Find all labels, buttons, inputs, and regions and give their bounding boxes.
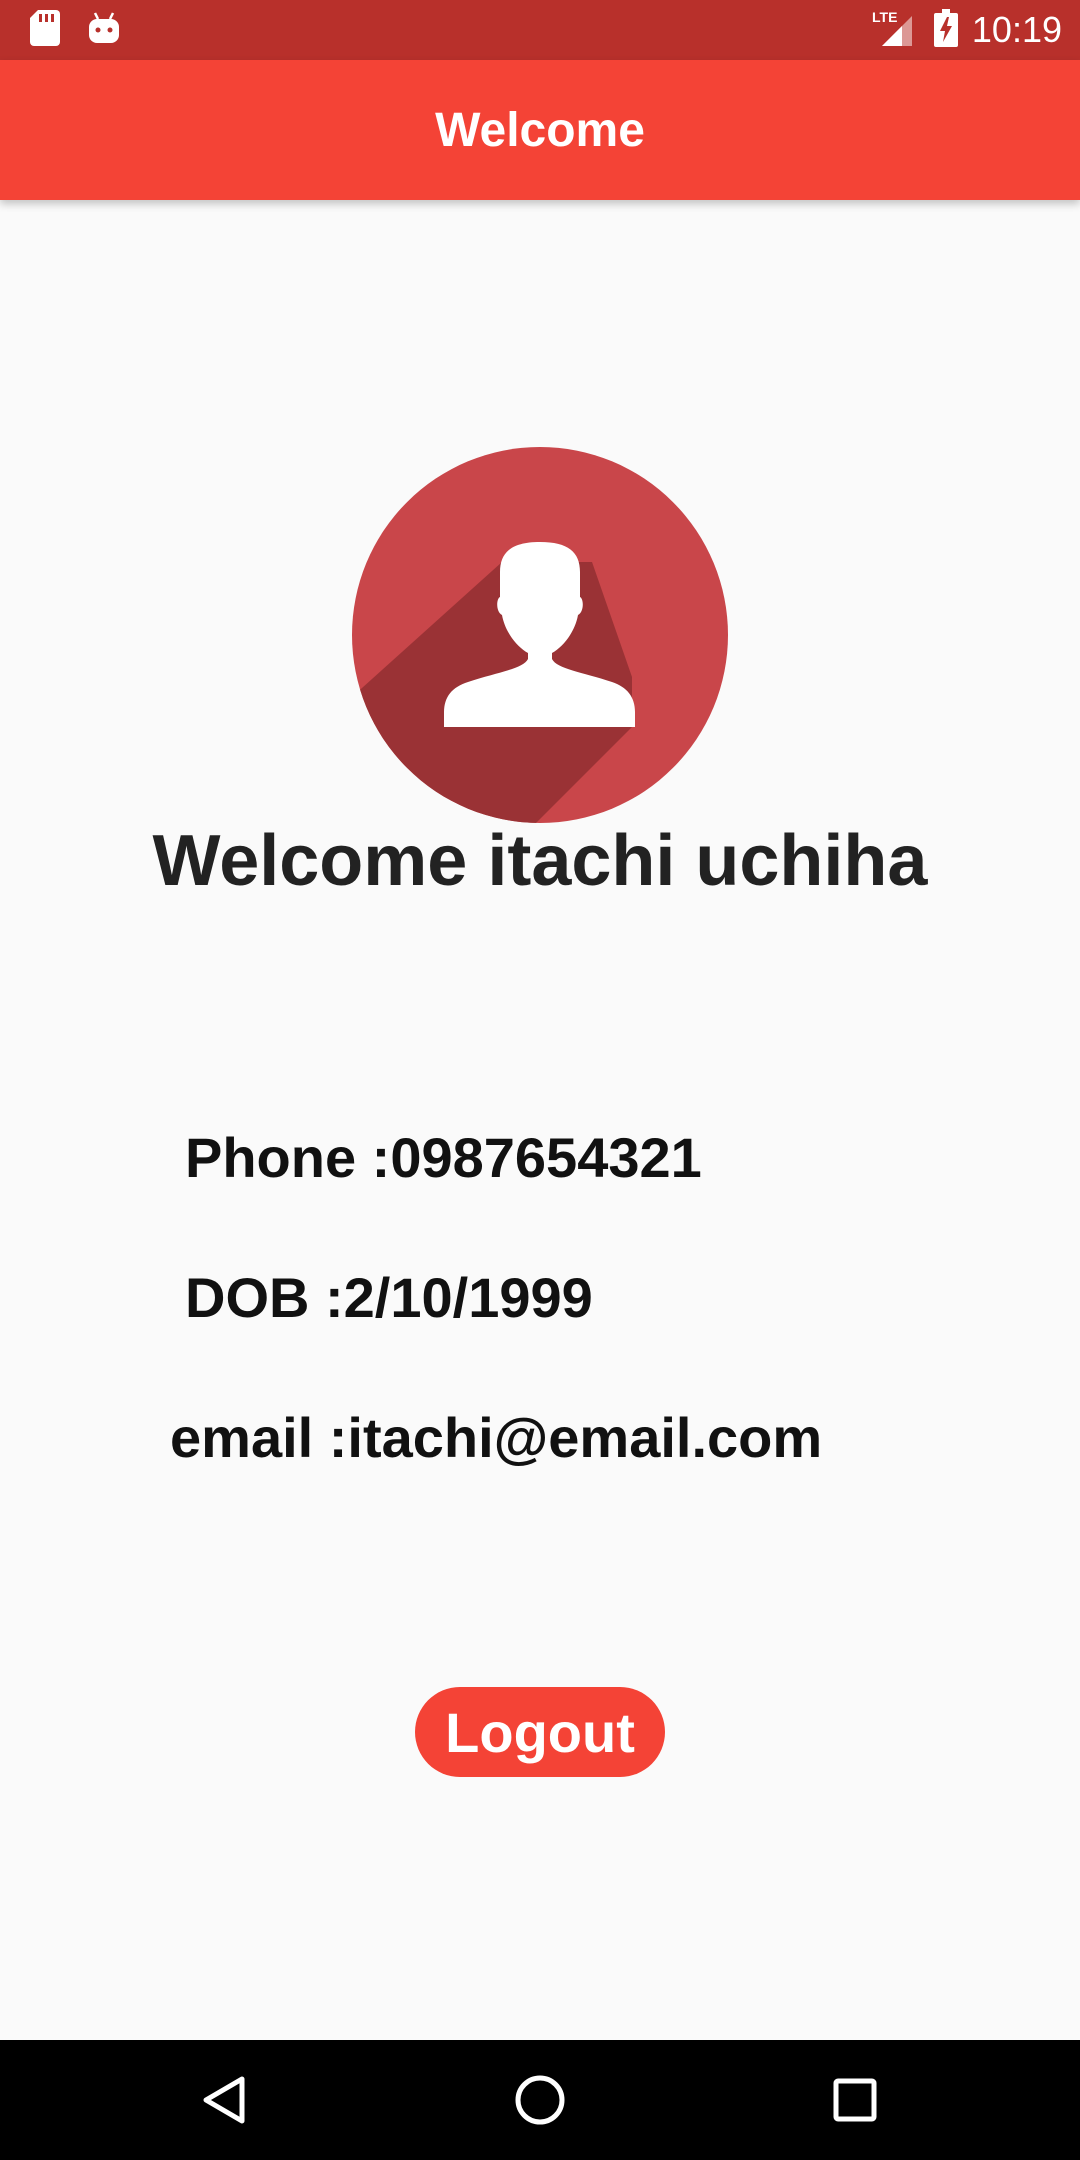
welcome-heading: Welcome itachi uchiha [152,821,928,901]
email-text: email :itachi@email.com [170,1406,823,1469]
home-icon [515,2075,565,2125]
recents-button[interactable] [820,2065,890,2135]
logout-button[interactable]: Logout [415,1687,665,1777]
sd-card-icon [30,9,60,51]
navigation-bar [0,2040,1080,2160]
status-right-icons: LTE 10:19 [872,0,1062,60]
battery-charging-icon [933,8,958,52]
recents-icon [833,2078,877,2122]
status-left-icons [30,9,120,51]
avatar [352,447,728,823]
screen: LTE 10:19 Welcome Welcome itachi uchiha … [0,0,1080,2160]
user-silhouette-icon [352,447,728,823]
dob-text: DOB :2/10/1999 [185,1266,593,1329]
android-debug-icon [88,11,120,50]
status-bar: LTE 10:19 [0,0,1080,60]
back-icon [203,2076,245,2124]
svg-text:LTE: LTE [872,9,897,25]
app-bar: Welcome [0,60,1080,200]
phone-text: Phone :0987654321 [185,1126,702,1189]
home-button[interactable] [505,2065,575,2135]
lte-signal-icon: LTE [872,8,920,53]
app-bar-title: Welcome [435,103,645,157]
status-time: 10:19 [971,9,1062,50]
back-button[interactable] [190,2065,260,2135]
